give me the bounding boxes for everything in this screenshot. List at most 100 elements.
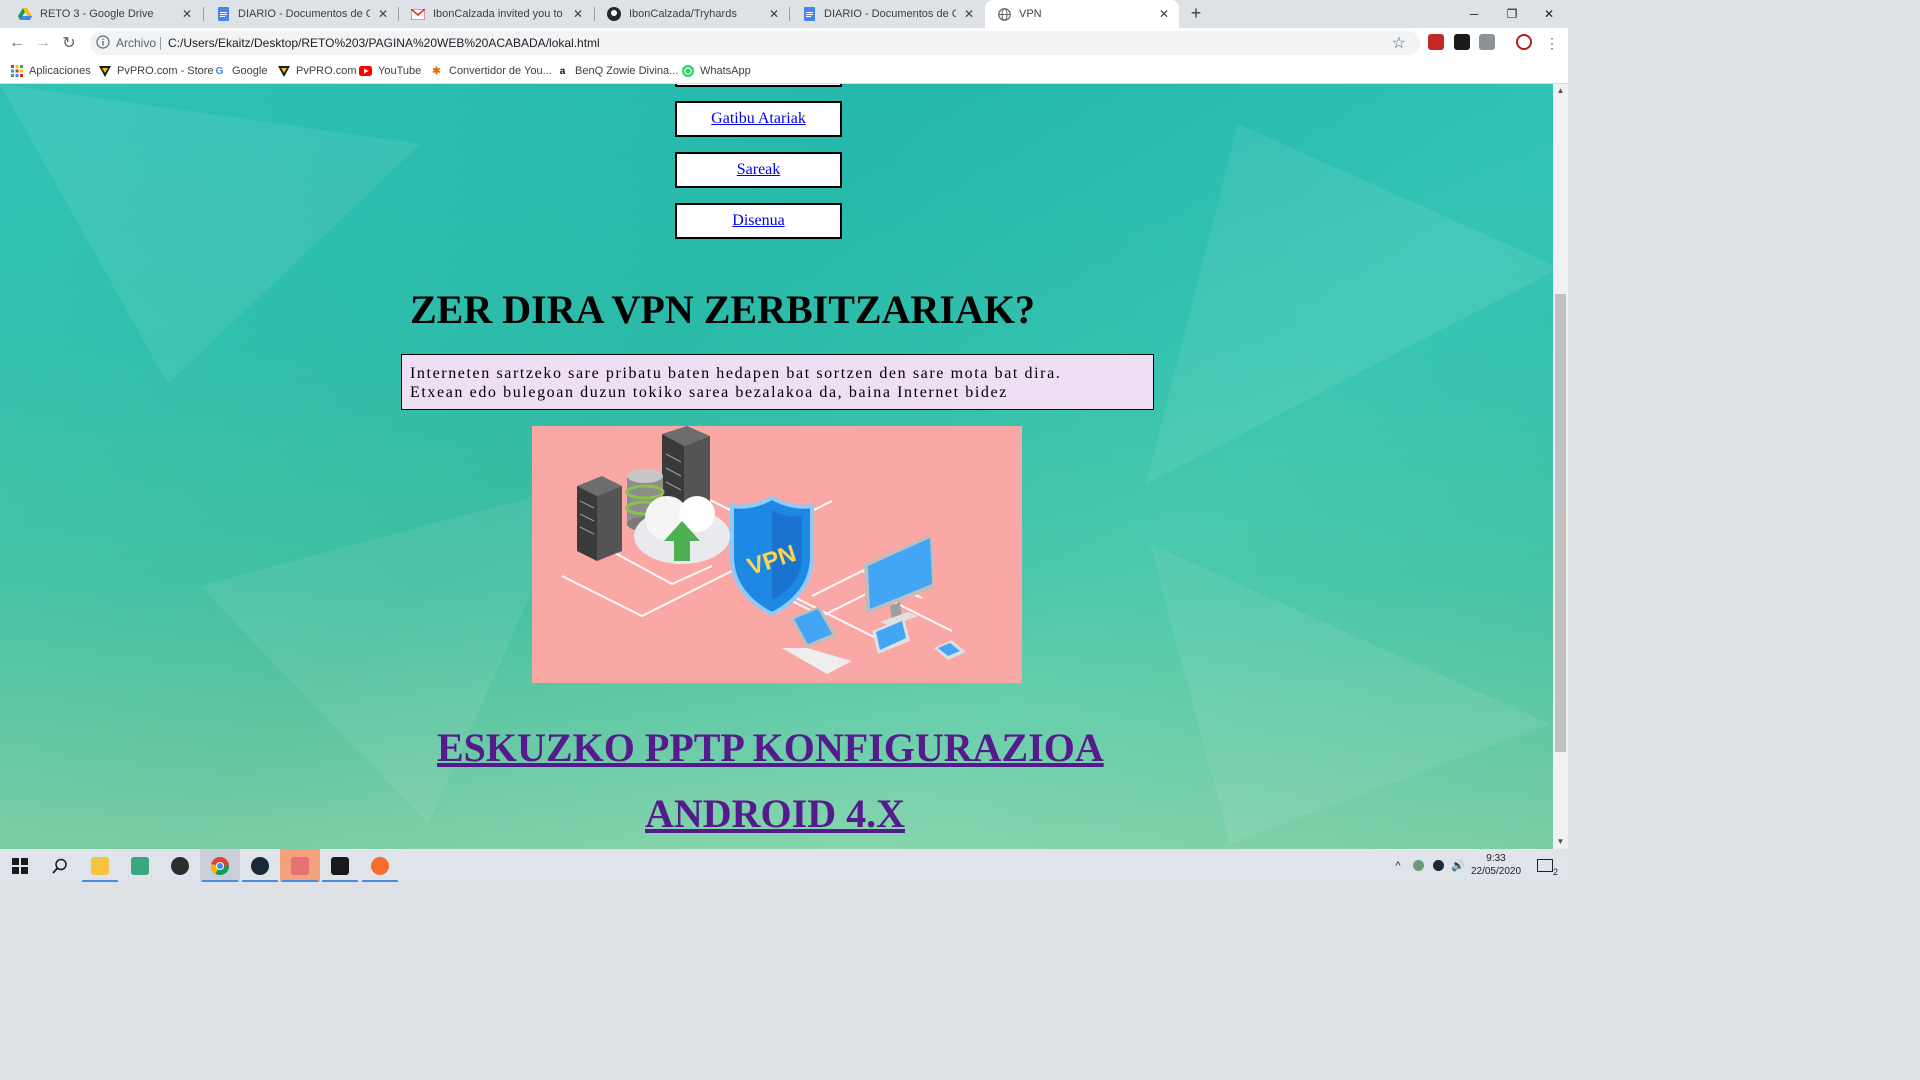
converter-icon: ✱: [432, 65, 441, 77]
app-icon[interactable]: [120, 849, 160, 882]
notification-center-icon[interactable]: 2: [1532, 849, 1558, 882]
google-docs-icon: [802, 7, 816, 21]
apps-grid-icon: [10, 65, 23, 78]
tab-google-drive[interactable]: RETO 3 - Google Drive ✕: [6, 0, 202, 28]
youtube-icon: [359, 65, 372, 78]
bookmark-pvpro[interactable]: PvPRO.com: [277, 62, 357, 80]
tab-diario-docs-2[interactable]: DIARIO - Documentos de Google ✕: [790, 0, 984, 28]
nav-link-disenua[interactable]: Disenua: [675, 203, 842, 239]
notification-count: 2: [1552, 867, 1558, 877]
bookmark-whatsapp[interactable]: WhatsApp: [681, 62, 751, 80]
volume-icon[interactable]: 🔊: [1450, 849, 1466, 882]
new-tab-button[interactable]: +: [1186, 4, 1206, 24]
menu-kebab-icon[interactable]: ⋮: [1541, 32, 1563, 54]
steam-icon[interactable]: [240, 849, 280, 882]
close-tab-icon[interactable]: ✕: [767, 7, 781, 21]
nav-link-box-partial[interactable]: [675, 84, 842, 87]
obs-icon[interactable]: [160, 849, 200, 882]
background-facet: [200, 484, 580, 824]
scroll-up-arrow-icon[interactable]: ▲: [1553, 84, 1568, 98]
close-tab-icon[interactable]: ✕: [1157, 7, 1171, 21]
background-facet: [1150, 544, 1550, 844]
chrome-icon[interactable]: [200, 849, 240, 882]
windows-taskbar: ^ 🔊 9:33 22/05/2020 2: [0, 849, 1568, 882]
forward-icon[interactable]: →: [32, 32, 54, 54]
discord-icon[interactable]: [280, 849, 320, 882]
bookmark-label: PvPRO.com: [296, 65, 357, 77]
tab-strip: RETO 3 - Google Drive ✕ DIARIO - Documen…: [0, 0, 1568, 28]
tab-diario-docs[interactable]: DIARIO - Documentos de Google ✕: [204, 0, 398, 28]
origin-icon[interactable]: [360, 849, 400, 882]
bookmark-pvpro-store[interactable]: PvPRO.com - Store: [98, 62, 214, 80]
profile-avatar-icon[interactable]: [1516, 34, 1532, 50]
clock-date: 22/05/2020: [1470, 866, 1522, 877]
bookmark-label: PvPRO.com - Store: [117, 65, 214, 77]
bookmark-benq[interactable]: a BenQ Zowie Divina...: [556, 62, 679, 80]
bookmark-label: Google: [232, 65, 268, 77]
tray-app-icon[interactable]: [1410, 849, 1426, 882]
google-docs-icon: [216, 7, 230, 21]
nav-link-sareak[interactable]: Sareak: [675, 152, 842, 188]
page-heading: ZER DIRA VPN ZERBITZARIAK?: [410, 287, 1035, 332]
tab-vpn[interactable]: VPN ✕: [985, 0, 1179, 28]
bookmark-google[interactable]: G Google: [213, 62, 268, 80]
scroll-down-arrow-icon[interactable]: ▼: [1553, 835, 1568, 849]
close-tab-icon[interactable]: ✕: [376, 7, 390, 21]
tab-title: IbonCalzada invited you to IbonC: [433, 8, 565, 20]
scrollbar-thumb[interactable]: [1555, 294, 1566, 752]
description-line: Interneten sartzeko sare pribatu baten h…: [410, 365, 1062, 382]
nav-link-gatibu-atariak[interactable]: Gatibu Atariak: [675, 101, 842, 137]
windows-start-icon[interactable]: [0, 849, 40, 882]
description-line: Etxean edo bulegoan duzun tokiko sarea b…: [410, 384, 1008, 401]
clock-time: 9:33: [1486, 853, 1506, 864]
reload-icon[interactable]: ↻: [58, 32, 80, 54]
pvpro-icon: [98, 65, 111, 78]
extension-icon[interactable]: [1454, 34, 1470, 50]
monitor-icon: [864, 534, 934, 626]
bookmark-label: Convertidor de You...: [449, 65, 552, 77]
minimize-icon[interactable]: ─: [1455, 0, 1493, 28]
tray-expand-icon[interactable]: ^: [1390, 849, 1406, 882]
bookmark-star-icon[interactable]: ☆: [1392, 33, 1406, 53]
bookmark-convertidor[interactable]: ✱ Convertidor de You...: [430, 62, 552, 80]
gmail-icon: [411, 7, 425, 21]
pptp-config-link[interactable]: ESKUZKO PPTP KONFIGURAZIOA: [437, 724, 1104, 771]
extension-off-icon[interactable]: [1479, 34, 1495, 50]
tab-gmail[interactable]: IbonCalzada invited you to IbonC ✕: [399, 0, 593, 28]
bookmark-youtube[interactable]: YouTube: [359, 62, 421, 80]
description-box: Interneten sartzeko sare pribatu baten h…: [401, 354, 1154, 410]
back-icon[interactable]: ←: [6, 32, 28, 54]
background-facet: [1146, 124, 1553, 484]
address-bar[interactable]: Archivo C:/Users/Ekaitz/Desktop/RETO%203…: [90, 31, 1420, 55]
phone-icon: [934, 640, 966, 660]
bookmark-apps[interactable]: Aplicaciones: [10, 62, 91, 80]
game-icon[interactable]: [320, 849, 360, 882]
url-text[interactable]: C:/Users/Ekaitz/Desktop/RETO%203/PAGINA%…: [168, 36, 600, 50]
google-drive-icon: [18, 7, 32, 21]
github-icon: [607, 7, 621, 21]
page-viewport: Gatibu Atariak Sareak Disenua ZER DIRA V…: [0, 84, 1553, 849]
ublock-extension-icon[interactable]: [1428, 34, 1444, 50]
close-tab-icon[interactable]: ✕: [962, 7, 976, 21]
taskbar-clock[interactable]: 9:33 22/05/2020: [1468, 852, 1524, 878]
close-tab-icon[interactable]: ✕: [571, 7, 585, 21]
background-facet: [0, 84, 420, 384]
browser-toolbar: ← → ↻ Archivo C:/Users/Ekaitz/Desktop/RE…: [0, 28, 1568, 58]
tab-title: DIARIO - Documentos de Google: [824, 8, 956, 20]
steam-tray-icon[interactable]: [1430, 849, 1446, 882]
search-icon[interactable]: [40, 849, 80, 882]
info-icon[interactable]: [96, 35, 112, 51]
divider: [160, 37, 161, 50]
android-link[interactable]: ANDROID 4.X: [645, 790, 905, 837]
close-window-icon[interactable]: ✕: [1530, 0, 1568, 28]
globe-icon: [997, 7, 1011, 21]
tab-github[interactable]: IbonCalzada/Tryhards ✕: [595, 0, 789, 28]
amazon-icon: a: [559, 65, 566, 77]
vertical-scrollbar[interactable]: ▲ ▼: [1553, 84, 1568, 849]
restore-icon[interactable]: ❐: [1493, 0, 1531, 28]
file-explorer-icon[interactable]: [80, 849, 120, 882]
tab-title: IbonCalzada/Tryhards: [629, 8, 737, 20]
server-icon: [577, 476, 622, 561]
tab-title: VPN: [1019, 8, 1042, 20]
close-tab-icon[interactable]: ✕: [180, 7, 194, 21]
